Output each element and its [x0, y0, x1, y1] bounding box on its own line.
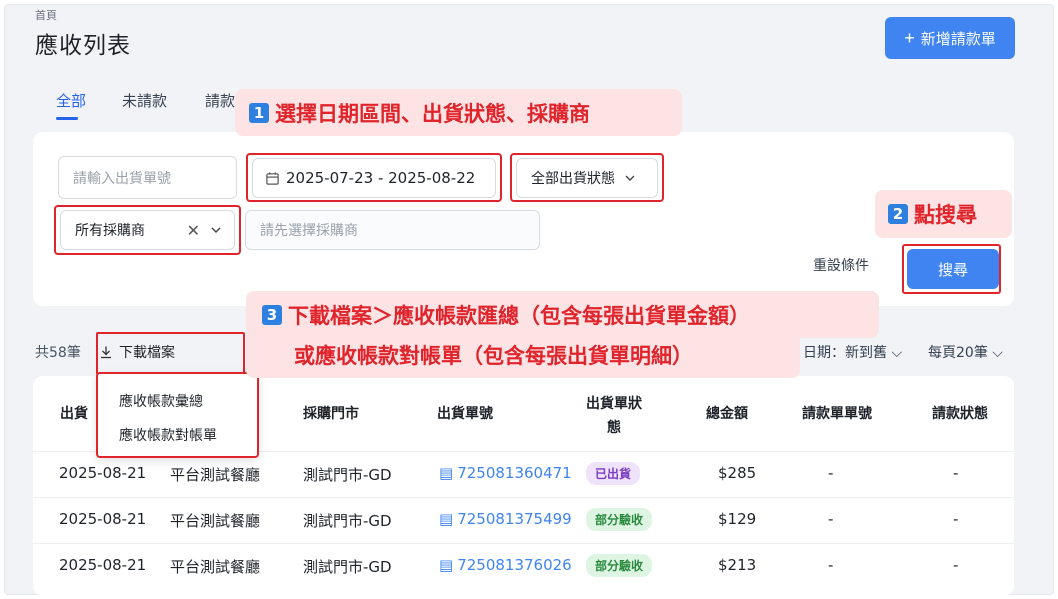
- cell-store: 測試門市-GD: [303, 558, 392, 576]
- status-badge: 部分驗收: [586, 508, 653, 531]
- cell-date: 2025-08-21: [59, 464, 147, 482]
- menu-item-receivables-statement[interactable]: 應收帳款對帳單: [119, 425, 217, 445]
- cell-invoice-status: -: [953, 510, 959, 528]
- cell-invoice-status: -: [953, 464, 959, 482]
- callout-text: 點搜尋: [914, 203, 977, 227]
- cell-total: $213: [718, 556, 757, 574]
- col-header-date: 出貨: [60, 406, 88, 422]
- cell-buyer: 平台測試餐廳: [170, 466, 261, 484]
- sort-select[interactable]: 日期：新到舊 ⌵: [803, 342, 902, 362]
- cell-store: 測試門市-GD: [303, 466, 392, 484]
- callout-text-line1: 下載檔案＞應收帳款匯總（包含每張出貨單金額）: [288, 303, 750, 328]
- calendar-icon: [266, 171, 279, 185]
- col-header-status-line1: 出貨單狀: [586, 396, 642, 412]
- page-size-value: 每頁20筆: [928, 345, 988, 361]
- cell-store: 測試門市-GD: [303, 512, 392, 530]
- status-badge: 已出貨: [586, 462, 641, 485]
- buyer-select[interactable]: 所有採購商 ✕: [60, 210, 235, 250]
- cell-total: $285: [718, 464, 757, 482]
- col-header-status-line2: 態: [607, 420, 621, 436]
- chevron-down-icon: [211, 227, 221, 233]
- col-header-invoice-status: 請款狀態: [932, 406, 988, 422]
- col-header-store: 採購門市: [303, 406, 359, 422]
- col-header-order: 出貨單號: [437, 406, 493, 422]
- download-button[interactable]: 下載檔案: [99, 342, 175, 362]
- cell-date: 2025-08-21: [59, 510, 147, 528]
- breadcrumb[interactable]: 首頁: [35, 7, 57, 23]
- cell-total: $129: [718, 510, 757, 528]
- new-invoice-label: 新增請款單: [920, 30, 996, 48]
- chevron-down-icon: ⌵: [992, 345, 1003, 361]
- callout-step-2: 2 點搜尋: [875, 190, 1012, 238]
- reset-filters-link[interactable]: 重設條件: [813, 255, 869, 275]
- order-link[interactable]: ▤ 725081360471: [439, 464, 572, 482]
- download-menu-highlight: [96, 372, 259, 458]
- buyer-store-select[interactable]: 請先選擇採購商: [245, 210, 540, 250]
- callout-step-1: 1 選擇日期區間、出貨狀態、採購商: [235, 89, 682, 136]
- cell-invoice-status: -: [953, 556, 959, 574]
- sort-value: 日期：新到舊: [803, 345, 887, 361]
- order-number: 725081375499: [457, 510, 572, 528]
- tab-billing[interactable]: 請款: [205, 90, 235, 111]
- page-title: 應收列表: [35, 33, 131, 59]
- tab-active-underline: [56, 117, 78, 120]
- order-number-input[interactable]: 請輸入出貨單號: [58, 156, 237, 199]
- cell-date: 2025-08-21: [59, 556, 147, 574]
- result-count: 共58筆: [35, 345, 81, 361]
- col-header-total: 總金額: [706, 406, 748, 422]
- page-size-select[interactable]: 每頁20筆 ⌵: [928, 342, 1003, 362]
- order-number: 725081376026: [457, 556, 572, 574]
- date-range-picker[interactable]: 2025-07-23 - 2025-08-22: [252, 158, 496, 198]
- document-icon: ▤: [439, 510, 454, 528]
- clear-icon[interactable]: ✕: [187, 221, 200, 240]
- download-label: 下載檔案: [119, 345, 175, 361]
- document-icon: ▤: [439, 464, 454, 482]
- cell-buyer: 平台測試餐廳: [170, 512, 261, 530]
- plus-icon: +: [904, 28, 915, 48]
- order-link[interactable]: ▤ 725081376026: [439, 556, 572, 574]
- chevron-down-icon: ⌵: [891, 345, 903, 361]
- step-number-badge: 3: [262, 304, 282, 325]
- chevron-down-icon: [625, 175, 635, 181]
- menu-item-receivables-summary[interactable]: 應收帳款彙總: [119, 391, 203, 411]
- row-divider: [33, 497, 1014, 498]
- new-invoice-button[interactable]: + 新增請款單: [885, 17, 1015, 59]
- date-range-value: 2025-07-23 - 2025-08-22: [286, 169, 476, 187]
- row-divider: [33, 543, 1014, 544]
- col-header-invoice-no: 請款單單號: [802, 406, 872, 422]
- document-icon: ▤: [439, 556, 454, 574]
- search-button[interactable]: 搜尋: [907, 249, 999, 289]
- callout-text: 選擇日期區間、出貨狀態、採購商: [275, 101, 590, 126]
- cell-invoice-no: -: [828, 510, 834, 528]
- buyer-value: 所有採購商: [75, 223, 145, 239]
- cell-invoice-no: -: [828, 464, 834, 482]
- tab-all[interactable]: 全部: [56, 90, 86, 111]
- step-number-badge: 2: [888, 204, 908, 224]
- ship-status-value: 全部出貨狀態: [531, 171, 615, 187]
- ship-status-select[interactable]: 全部出貨狀態: [516, 158, 658, 198]
- order-number: 725081360471: [457, 464, 572, 482]
- cell-buyer: 平台測試餐廳: [170, 558, 261, 576]
- order-link[interactable]: ▤ 725081375499: [439, 510, 572, 528]
- download-icon: [101, 346, 111, 359]
- cell-invoice-no: -: [828, 556, 834, 574]
- col-header-status: 出貨單狀 態: [586, 392, 642, 440]
- step-number-badge: 1: [249, 102, 269, 123]
- status-badge: 部分驗收: [586, 554, 653, 577]
- tab-unbilled[interactable]: 未請款: [122, 90, 167, 111]
- callout-step-3-line2: 或應收帳款對帳單（包含每張出貨單明細）: [246, 331, 800, 378]
- callout-text-line2: 或應收帳款對帳單（包含每張出貨單明細）: [294, 343, 693, 368]
